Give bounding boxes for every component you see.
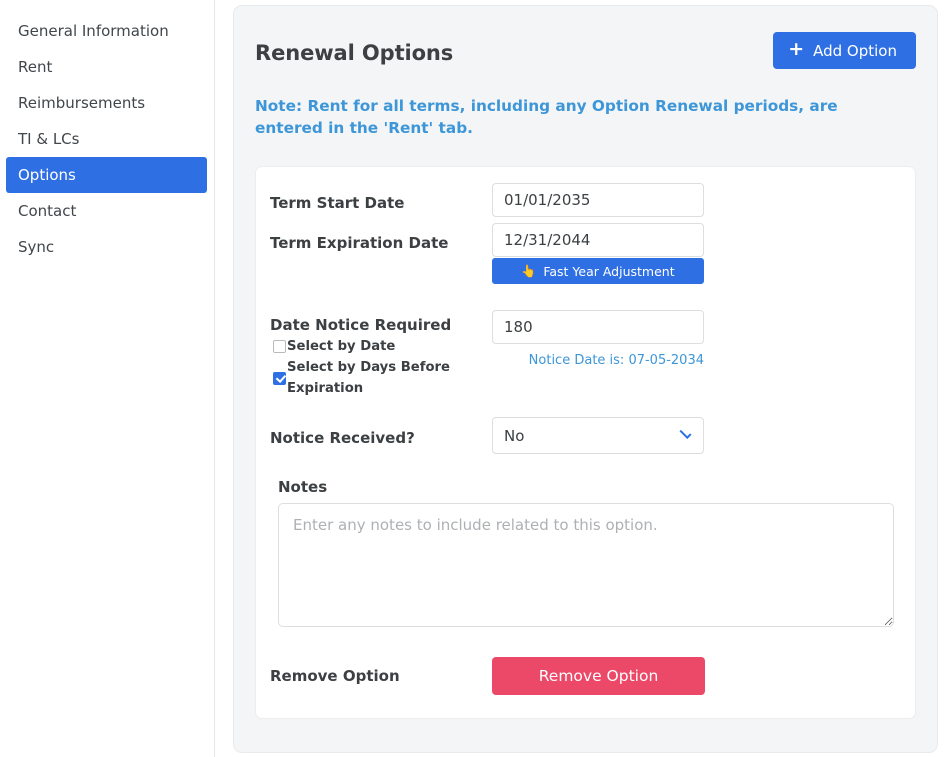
sidebar-item-sync[interactable]: Sync xyxy=(6,229,207,265)
date-notice-required-row: Date Notice Required Select by Date Sele… xyxy=(270,310,895,399)
term-start-date-control xyxy=(492,183,706,218)
sidebar-nav: General Information Rent Reimbursements … xyxy=(0,0,215,757)
rent-note-text: Note: Rent for all terms, including any … xyxy=(255,97,838,137)
sidebar-item-rent[interactable]: Rent xyxy=(6,49,207,85)
notice-received-select[interactable]: No xyxy=(492,417,704,455)
remove-option-label: Remove Option xyxy=(270,667,400,686)
sidebar-item-general-information[interactable]: General Information xyxy=(6,13,207,49)
remove-option-row: Remove Option Remove Option xyxy=(270,657,895,696)
term-start-date-input[interactable] xyxy=(492,183,704,218)
fast-year-adjustment-button[interactable]: 👆 Fast Year Adjustment xyxy=(492,258,704,285)
term-start-date-label: Term Start Date xyxy=(270,194,405,213)
sidebar-item-reimbursements[interactable]: Reimbursements xyxy=(6,85,207,121)
notes-textarea[interactable] xyxy=(278,503,894,628)
notice-mode-checkbox-group: Select by Date Select by Days Before Exp… xyxy=(273,336,492,399)
notes-label: Notes xyxy=(278,478,328,497)
renewal-options-panel: Renewal Options + Add Option Note: Rent … xyxy=(233,5,938,753)
sidebar-item-contact[interactable]: Contact xyxy=(6,193,207,229)
fast-year-adjustment-label: Fast Year Adjustment xyxy=(543,263,675,279)
notice-received-row: Notice Received? No xyxy=(270,417,895,455)
select-by-days-checkbox-row[interactable]: Select by Days Before Expiration xyxy=(273,357,492,399)
panel-header: Renewal Options + Add Option xyxy=(255,32,916,69)
select-by-date-checkbox[interactable] xyxy=(273,340,286,354)
sidebar-item-options[interactable]: Options xyxy=(6,157,207,193)
add-option-button[interactable]: + Add Option xyxy=(773,32,916,69)
term-start-date-row: Term Start Date xyxy=(270,183,895,218)
select-by-date-checkbox-row[interactable]: Select by Date xyxy=(273,336,492,357)
remove-option-button[interactable]: Remove Option xyxy=(492,657,705,696)
option-form-card: Term Start Date Term Expiration Date 👆 F… xyxy=(255,166,916,720)
term-expiration-date-control: 👆 Fast Year Adjustment xyxy=(492,223,706,285)
date-notice-required-control: Notice Date is: 07-05-2034 xyxy=(492,310,706,368)
term-expiration-date-label: Term Expiration Date xyxy=(270,234,449,253)
notice-received-label: Notice Received? xyxy=(270,429,415,448)
add-option-button-label: Add Option xyxy=(813,41,897,60)
date-notice-required-input[interactable] xyxy=(492,310,704,345)
select-by-date-label: Select by Date xyxy=(287,339,396,355)
term-expiration-date-input[interactable] xyxy=(492,223,704,258)
notice-received-control: No xyxy=(492,417,706,455)
date-notice-required-label: Date Notice Required xyxy=(270,316,452,335)
page-title: Renewal Options xyxy=(255,41,454,65)
options-page: General Information Rent Reimbursements … xyxy=(0,0,952,757)
main-content: Renewal Options + Add Option Note: Rent … xyxy=(215,0,952,757)
select-by-days-label: Select by Days Before Expiration xyxy=(287,360,450,397)
term-expiration-date-row: Term Expiration Date 👆 Fast Year Adjustm… xyxy=(270,223,895,285)
notice-received-select-wrap: No xyxy=(492,417,704,455)
notes-section: Notes xyxy=(270,478,895,631)
pointing-hand-icon: 👆 xyxy=(521,264,537,279)
sidebar-item-ti-and-lcs[interactable]: TI & LCs xyxy=(6,121,207,157)
date-notice-required-label-col: Date Notice Required Select by Date Sele… xyxy=(270,310,492,399)
select-by-days-before-expiration-checkbox[interactable] xyxy=(273,371,286,385)
plus-icon: + xyxy=(788,38,805,60)
notice-date-text[interactable]: Notice Date is: 07-05-2034 xyxy=(492,353,704,368)
